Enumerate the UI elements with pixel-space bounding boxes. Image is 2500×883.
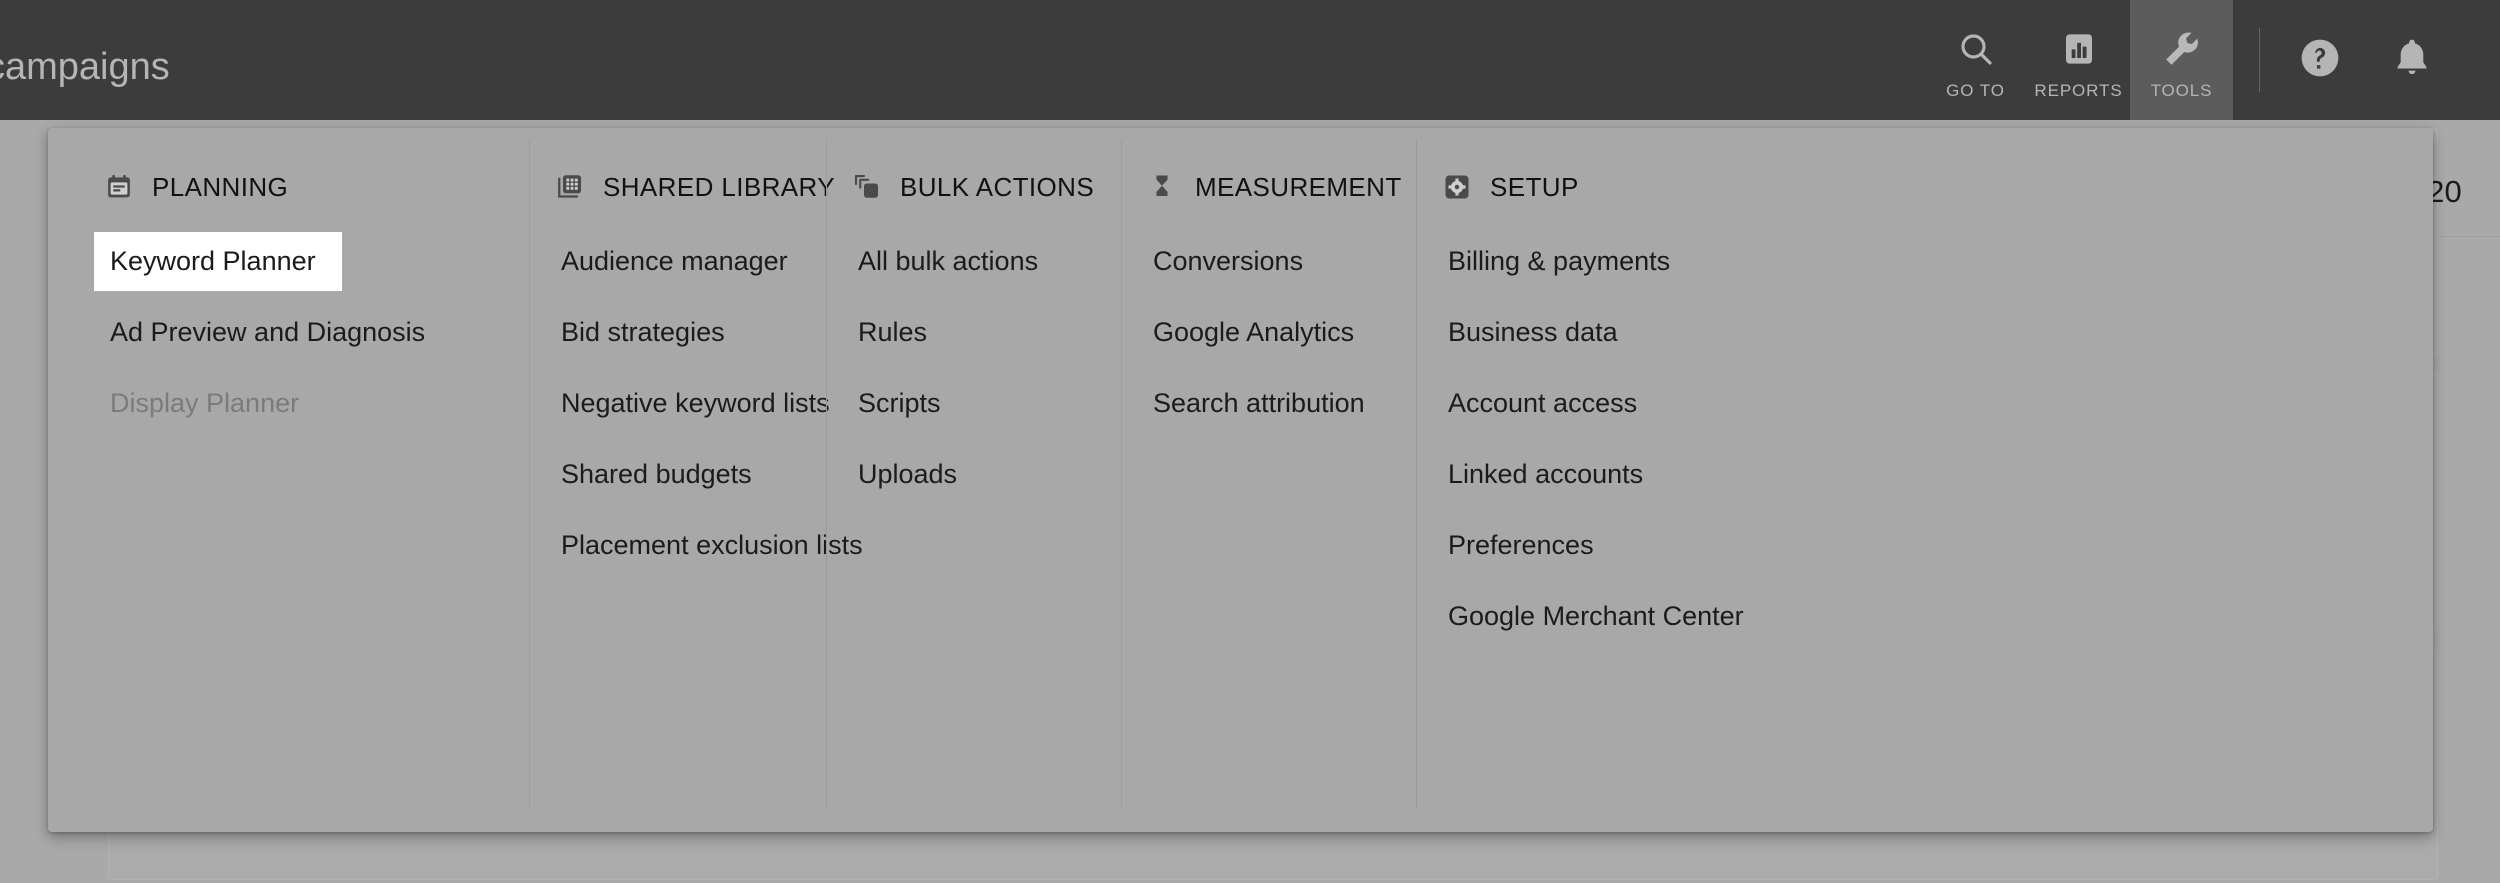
menu-column-title: MEASUREMENT [1195,171,1402,202]
header-tab-tools[interactable]: TOOLS [2130,0,2233,120]
menu-column-items: Keyword Planner Ad Preview and Diagnosis… [48,232,529,433]
menu-item-account-access[interactable]: Account access [1432,374,1836,433]
background-divider [2440,236,2500,237]
clipboard-calendar-icon [104,172,134,202]
menu-column-title: BULK ACTIONS [900,171,1095,202]
hourglass-icon [1147,172,1177,202]
tools-dropdown-menu: PLANNING Keyword Planner Ad Preview and … [48,128,2433,832]
menu-column-header: SHARED LIBRARY [529,164,835,210]
menu-column-header: MEASUREMENT [1121,164,1416,210]
menu-item-display-planner: Display Planner [110,388,300,418]
menu-item-keyword-planner[interactable]: Keyword Planner [94,232,342,291]
menu-column-title: SHARED LIBRARY [603,171,835,202]
grid-library-icon [555,172,585,202]
header-tab-reports[interactable]: REPORTS [2027,0,2130,120]
menu-item-ad-preview-and-diagnosis[interactable]: Ad Preview and Diagnosis [94,303,529,362]
menu-item-google-merchant-center[interactable]: Google Merchant Center [1432,587,1836,646]
menu-item-audience-manager[interactable]: Audience manager [545,232,826,291]
menu-column-measurement: MEASUREMENT Conversions Google Analytics… [1121,128,1416,832]
page-title: campaigns [0,46,170,88]
menu-item-all-bulk-actions[interactable]: All bulk actions [842,232,1121,291]
header-tab-label: GO TO [1946,80,2005,100]
menu-item-business-data[interactable]: Business data [1432,303,1836,362]
menu-column-header: PLANNING [48,164,529,210]
menu-item-conversions[interactable]: Conversions [1137,232,1416,291]
menu-column-setup: SETUP Billing & payments Business data A… [1416,128,1836,832]
menu-column-title: PLANNING [152,171,289,202]
menu-item-scripts[interactable]: Scripts [842,374,1121,433]
header-tab-go-to[interactable]: GO TO [1924,0,2027,120]
header-actions: GO TO REPORTS TOOLS [1924,0,2500,120]
menu-item-linked-accounts[interactable]: Linked accounts [1432,445,1836,504]
menu-column-items: Conversions Google Analytics Search attr… [1121,232,1416,433]
help-button[interactable] [2288,0,2352,120]
menu-column-items: All bulk actions Rules Scripts Uploads [826,232,1121,504]
menu-item-shared-budgets[interactable]: Shared budgets [545,445,826,504]
search-icon [1956,26,1996,72]
gear-icon [1442,172,1472,202]
notifications-button[interactable] [2380,0,2444,120]
help-circle-icon [2296,34,2344,87]
menu-column-header: SETUP [1416,164,1836,210]
menu-column-bulk-actions: BULK ACTIONS All bulk actions Rules Scri… [826,128,1121,832]
menu-item-negative-keyword-lists[interactable]: Negative keyword lists [545,374,830,433]
menu-column-header: BULK ACTIONS [826,164,1121,210]
menu-column-items: Billing & payments Business data Account… [1416,232,1836,646]
menu-column-shared-library: SHARED LIBRARY Audience manager Bid stra… [529,128,863,832]
layers-copy-icon [852,172,882,202]
menu-column-title: SETUP [1490,171,1579,202]
menu-column-planning: PLANNING Keyword Planner Ad Preview and … [48,128,529,832]
header-tab-label: TOOLS [2150,80,2213,100]
menu-item-billing-and-payments[interactable]: Billing & payments [1432,232,1836,291]
menu-item-search-attribution[interactable]: Search attribution [1137,374,1416,433]
wrench-icon [2161,26,2203,72]
header-divider [2259,28,2260,92]
bar-chart-icon [2059,26,2099,72]
menu-column-items: Audience manager Bid strategies Negative… [529,232,863,575]
screen-root: 4, 20 campaigns GO TO [0,0,2500,883]
menu-item-bid-strategies[interactable]: Bid strategies [545,303,826,362]
menu-item-uploads[interactable]: Uploads [842,445,1121,504]
header-tab-label: REPORTS [2034,80,2123,100]
menu-item-placement-exclusion-lists[interactable]: Placement exclusion lists [545,516,863,575]
menu-item-google-analytics[interactable]: Google Analytics [1137,303,1416,362]
bell-icon [2389,35,2435,86]
app-header-bar: campaigns GO TO REPORTS TOOLS [0,0,2500,120]
menu-item-rules[interactable]: Rules [842,303,1121,362]
menu-item-preferences[interactable]: Preferences [1432,516,1836,575]
